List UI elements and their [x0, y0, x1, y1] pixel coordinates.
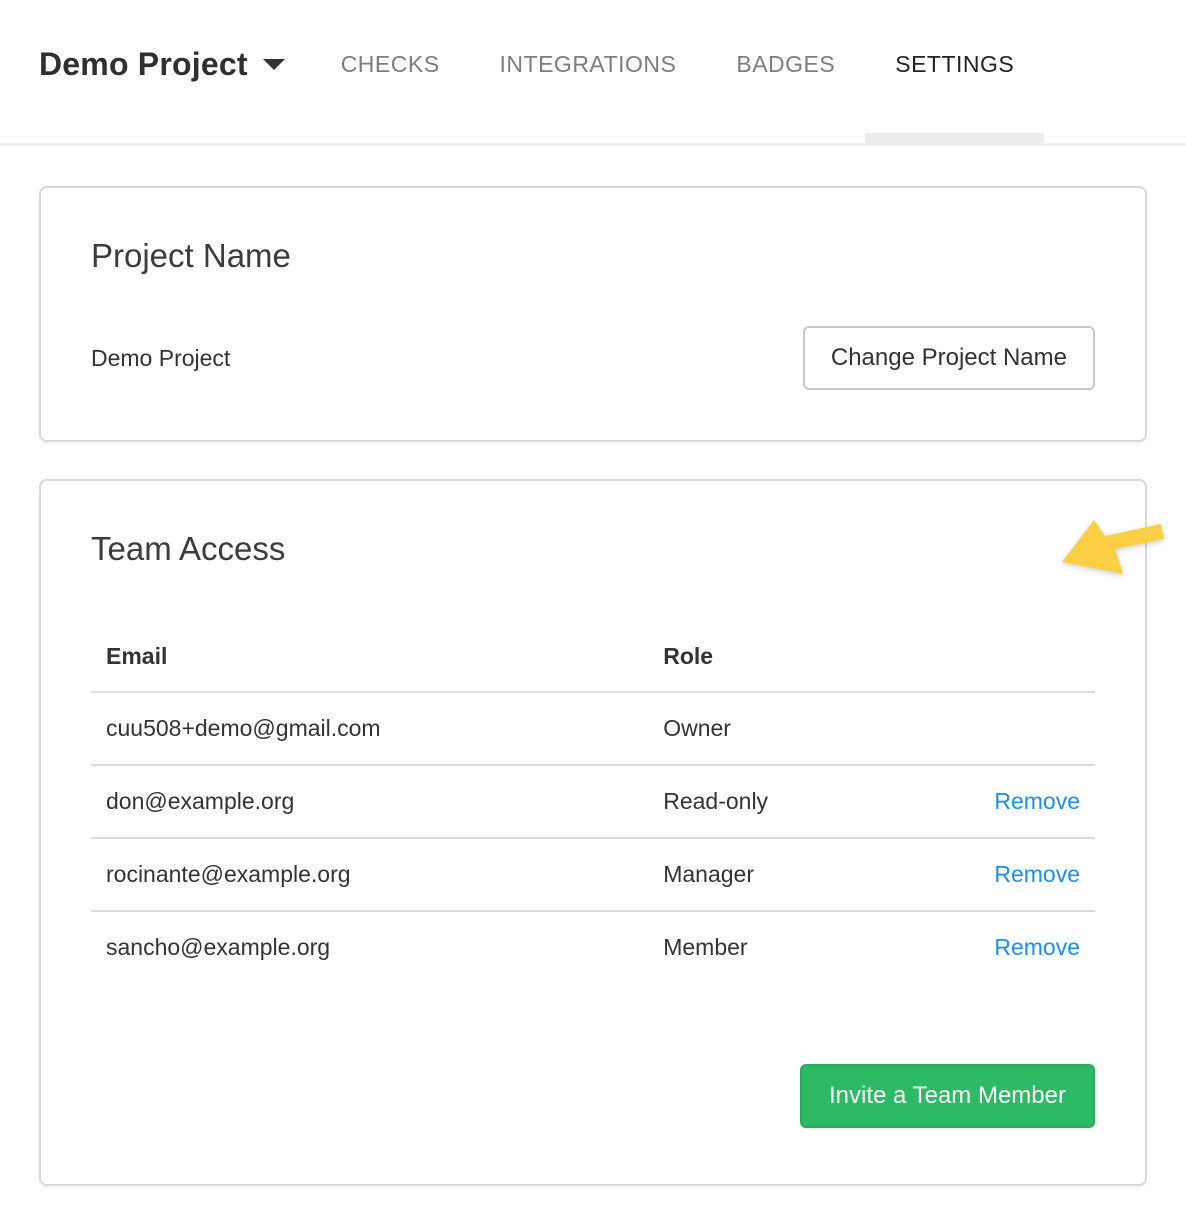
member-action-cell: Remove [959, 765, 1095, 838]
member-action-cell: Remove [959, 911, 1095, 983]
top-navigation: Demo Project CHECKS INTEGRATIONS BADGES … [0, 0, 1186, 146]
project-name-value: Demo Project [91, 345, 230, 372]
remove-member-link[interactable]: Remove [994, 934, 1080, 960]
email-column-header: Email [91, 622, 648, 692]
member-role: Read-only [648, 765, 959, 838]
caret-down-icon [263, 59, 285, 70]
member-action-cell [959, 692, 1095, 765]
member-email: rocinante@example.org [91, 838, 648, 911]
member-action-cell: Remove [959, 838, 1095, 911]
tab-badges[interactable]: BADGES [706, 0, 865, 143]
member-role: Manager [648, 838, 959, 911]
remove-member-link[interactable]: Remove [994, 861, 1080, 887]
team-members-table: Email Role cuu508+demo@gmail.com Owner d… [91, 622, 1095, 983]
action-column-header [959, 622, 1095, 692]
remove-member-link[interactable]: Remove [994, 788, 1080, 814]
tab-settings[interactable]: SETTINGS [865, 0, 1044, 143]
member-email: sancho@example.org [91, 911, 648, 983]
member-role: Member [648, 911, 959, 983]
team-access-card: Team Access Email Role cuu508+demo@gmail… [39, 479, 1147, 1186]
member-role: Owner [648, 692, 959, 765]
role-column-header: Role [648, 622, 959, 692]
tab-bar: CHECKS INTEGRATIONS BADGES SETTINGS [311, 0, 1045, 143]
change-project-name-button[interactable]: Change Project Name [803, 326, 1095, 390]
table-row: sancho@example.org Member Remove [91, 911, 1095, 983]
tab-checks[interactable]: CHECKS [311, 0, 470, 143]
tab-integrations[interactable]: INTEGRATIONS [470, 0, 707, 143]
table-row: rocinante@example.org Manager Remove [91, 838, 1095, 911]
team-access-card-title: Team Access [91, 529, 1095, 569]
project-switcher[interactable]: Demo Project [39, 0, 285, 143]
member-email: cuu508+demo@gmail.com [91, 692, 648, 765]
invite-team-member-button[interactable]: Invite a Team Member [800, 1064, 1095, 1128]
settings-page: Project Name Demo Project Change Project… [0, 146, 1186, 1186]
project-title: Demo Project [39, 46, 248, 83]
member-email: don@example.org [91, 765, 648, 838]
table-header-row: Email Role [91, 622, 1095, 692]
table-row: cuu508+demo@gmail.com Owner [91, 692, 1095, 765]
project-name-card-title: Project Name [91, 236, 1095, 276]
project-name-card: Project Name Demo Project Change Project… [39, 186, 1147, 442]
table-row: don@example.org Read-only Remove [91, 765, 1095, 838]
